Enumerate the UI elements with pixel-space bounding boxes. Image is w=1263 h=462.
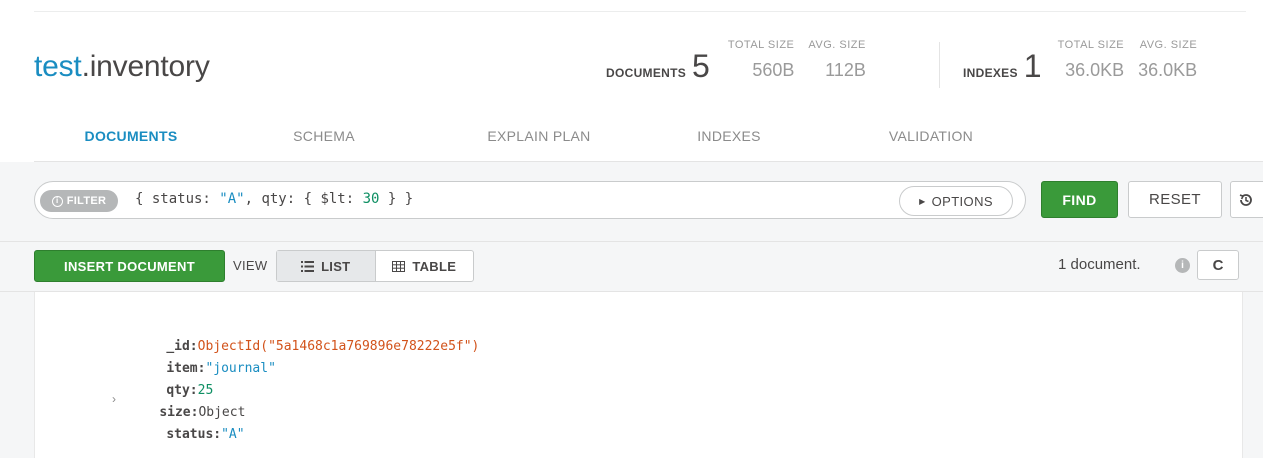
tab-indexes[interactable]: INDEXES	[654, 128, 804, 162]
indexes-count: 1	[1023, 48, 1042, 84]
table-view-button[interactable]: TABLE	[376, 251, 474, 281]
options-button-label: OPTIONS	[931, 193, 993, 209]
collection-namespace-title: test.inventory	[34, 48, 210, 86]
tab-validation[interactable]: VALIDATION	[856, 128, 1006, 162]
database-name: test	[34, 50, 82, 83]
list-view-button[interactable]: LIST	[277, 251, 376, 281]
documents-total-size-label: TOTAL SIZE	[727, 39, 795, 51]
tab-explain-plan-label: EXPLAIN PLAN	[487, 128, 591, 144]
tab-explain-plan[interactable]: EXPLAIN PLAN	[444, 128, 634, 162]
reset-button-label: RESET	[1148, 191, 1201, 208]
query-token: { status:	[135, 191, 220, 207]
collection-tabs: DOCUMENTS SCHEMA EXPLAIN PLAN INDEXES VA…	[34, 120, 1263, 166]
filter-badge: i FILTER	[40, 190, 118, 212]
refresh-button[interactable]: C	[1197, 250, 1239, 280]
document-stats: DOCUMENTS 5 TOTAL SIZE 560B AVG. SIZE 11…	[606, 34, 866, 83]
tab-schema[interactable]: SCHEMA	[249, 128, 399, 162]
find-button[interactable]: FIND	[1041, 181, 1118, 218]
view-switcher: LIST TABLE	[276, 250, 474, 282]
caret-right-icon: ▶	[919, 196, 926, 206]
info-icon[interactable]: i	[1175, 258, 1190, 273]
history-icon	[1239, 193, 1252, 206]
query-token: , qty: { $lt:	[244, 191, 363, 207]
table-view-label: TABLE	[412, 258, 457, 274]
filter-badge-label: FILTER	[66, 195, 107, 207]
indexes-total-size-value: 36.0KB	[1065, 60, 1125, 80]
insert-document-label: INSERT DOCUMENT	[64, 258, 195, 274]
reset-button[interactable]: RESET	[1128, 181, 1222, 218]
query-history-button[interactable]	[1230, 181, 1263, 218]
query-status-value: "A"	[219, 191, 245, 207]
documents-avg-size-value: 112B	[825, 60, 866, 80]
refresh-icon: C	[1212, 256, 1224, 274]
tab-documents-label: DOCUMENTS	[84, 128, 178, 144]
indexes-avg-size-label: AVG. SIZE	[1139, 39, 1198, 51]
top-divider	[34, 11, 1246, 12]
index-stats: INDEXES 1 TOTAL SIZE 36.0KB AVG. SIZE 36…	[963, 34, 1197, 83]
tab-documents[interactable]: DOCUMENTS	[34, 128, 228, 166]
list-icon	[301, 260, 315, 272]
filter-input[interactable]: i FILTER { status: "A", qty: { $lt: 30 }…	[34, 181, 1026, 219]
documents-count: 5	[692, 48, 710, 84]
filter-query-text[interactable]: { status: "A", qty: { $lt: 30 } }	[135, 191, 413, 207]
field-value[interactable]: "A"	[221, 427, 244, 442]
compass-collection-view: test.inventory DOCUMENTS 5 TOTAL SIZE 56…	[0, 0, 1263, 458]
documents-total-size: TOTAL SIZE 560B	[728, 34, 795, 82]
collection-name: .inventory	[81, 50, 210, 83]
documents-avg-size: AVG. SIZE 112B	[808, 34, 865, 82]
field-value[interactable]: "journal"	[205, 361, 275, 376]
document-field-status: status:"A"	[166, 427, 245, 442]
query-qty-value: 30	[362, 191, 380, 207]
tab-schema-label: SCHEMA	[293, 128, 355, 144]
indexes-total-size-label: TOTAL SIZE	[1057, 39, 1125, 51]
indexes-total-size: TOTAL SIZE 36.0KB	[1058, 34, 1125, 82]
insert-document-button[interactable]: INSERT DOCUMENT	[34, 250, 225, 282]
find-button-label: FIND	[1062, 191, 1097, 208]
indexes-stat-label: INDEXES	[963, 66, 1018, 80]
indexes-avg-size-value: 36.0KB	[1138, 60, 1198, 80]
tab-indexes-label: INDEXES	[697, 128, 761, 144]
field-key: status	[166, 427, 214, 442]
list-view-label: LIST	[321, 258, 351, 274]
documents-stat-label: DOCUMENTS	[606, 66, 687, 80]
documents-avg-size-label: AVG. SIZE	[808, 39, 866, 51]
documents-total-size-value: 560B	[752, 60, 795, 80]
tab-validation-label: VALIDATION	[888, 128, 974, 144]
table-icon	[392, 260, 406, 272]
document-count-text: 1 document.	[1058, 256, 1141, 273]
info-icon: i	[51, 195, 63, 207]
view-label: VIEW	[233, 258, 268, 273]
stats-divider	[939, 42, 940, 88]
indexes-avg-size: AVG. SIZE 36.0KB	[1138, 34, 1197, 82]
options-button[interactable]: ▶ OPTIONS	[899, 186, 1013, 216]
query-token: } }	[379, 191, 414, 207]
expand-caret-icon[interactable]: ›	[112, 392, 116, 406]
